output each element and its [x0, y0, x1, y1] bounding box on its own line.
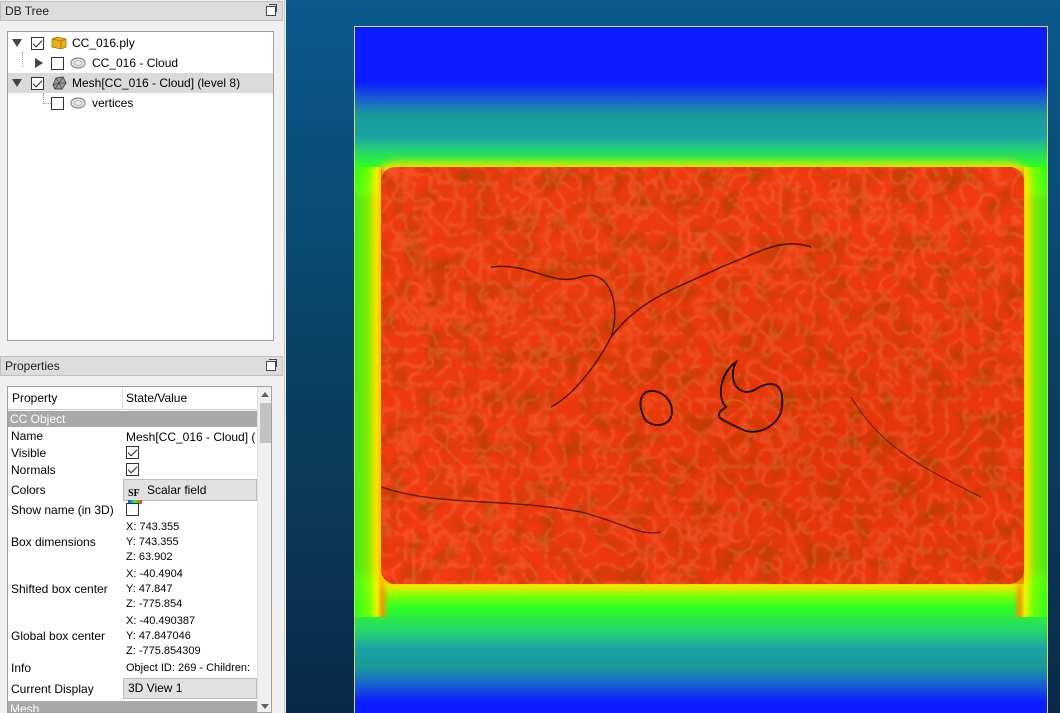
tree-item-vertices[interactable]: vertices — [8, 93, 273, 113]
prop-row-name[interactable]: Name Mesh[CC_016 - Cloud] (le — [8, 428, 257, 445]
left-dock: DB Tree CC_016.ply CC_016 - Cloud Mesh[C… — [0, 0, 285, 713]
prop-row-global-box-center: Global box center X: -40.490387 Y: 47.84… — [8, 613, 257, 660]
tree-item-cc016-ply[interactable]: CC_016.ply — [8, 33, 273, 53]
visible-checkbox[interactable] — [126, 446, 139, 459]
tree-item-label: CC_016 - Cloud — [92, 56, 179, 70]
tree-item-label: CC_016.ply — [72, 36, 135, 50]
expand-arrow-icon[interactable] — [35, 58, 43, 68]
float-dock-icon[interactable] — [266, 4, 277, 16]
prop-key: Visible — [11, 446, 47, 460]
properties-scrollbar[interactable] — [257, 387, 271, 712]
prop-key: Global box center — [11, 629, 106, 643]
prop-value: Object ID: 269 - Children: — [126, 662, 251, 674]
prop-key: Normals — [11, 463, 56, 477]
properties-header: Property State/Value — [8, 387, 257, 410]
tree-item-label: vertices — [92, 96, 134, 110]
colors-value: Scalar field — [147, 483, 207, 497]
value-y: Y: 47.847 — [126, 583, 173, 595]
scroll-up-icon[interactable] — [261, 392, 269, 397]
visibility-checkbox[interactable] — [51, 57, 64, 70]
visibility-checkbox[interactable] — [31, 37, 44, 50]
float-dock-icon[interactable] — [266, 359, 277, 371]
mesh-bounding-box[interactable] — [354, 26, 1048, 713]
prop-key: Info — [11, 661, 32, 675]
show-name-checkbox[interactable] — [126, 503, 139, 516]
section-cc-object: CC Object — [8, 411, 257, 427]
prop-value: X: -40.490387 Y: 47.847046 Z: -775.85430… — [126, 614, 256, 659]
value-x: X: -40.490387 — [126, 615, 196, 627]
prop-key: Current Display — [11, 682, 94, 696]
folder-icon — [51, 36, 67, 50]
prop-row-current-display[interactable]: Current Display 3D View 1 — [8, 677, 257, 700]
visibility-checkbox[interactable] — [51, 97, 64, 110]
scroll-down-icon[interactable] — [261, 704, 269, 709]
value-z: Z: -775.854 — [126, 598, 183, 610]
cloud-icon — [70, 97, 86, 109]
3d-view[interactable] — [286, 0, 1060, 713]
prop-value[interactable]: Mesh[CC_016 - Cloud] (le — [126, 430, 256, 444]
tree-item-label: Mesh[CC_016 - Cloud] (level 8) — [72, 76, 241, 90]
prop-value: X: 743.355 Y: 743.355 Z: 63.902 — [126, 520, 256, 565]
prop-key: Box dimensions — [11, 535, 96, 549]
value-x: X: 743.355 — [126, 521, 180, 533]
prop-row-normals[interactable]: Normals — [8, 462, 257, 479]
value-y: Y: 743.355 — [126, 536, 179, 548]
collapse-arrow-icon[interactable] — [12, 79, 22, 87]
value-z: Z: -775.854309 — [126, 645, 201, 657]
properties-title-bar[interactable]: Properties — [0, 356, 283, 376]
value-y: Y: 47.847046 — [126, 630, 191, 642]
column-divider[interactable] — [122, 387, 123, 410]
prop-value: X: -40.4904 Y: 47.847 Z: -775.854 — [126, 567, 256, 612]
value-x: X: -40.4904 — [126, 568, 183, 580]
scrollbar-thumb[interactable] — [260, 403, 271, 443]
collapse-arrow-icon[interactable] — [12, 39, 22, 47]
prop-key: Name — [11, 429, 44, 443]
header-property[interactable]: Property — [12, 391, 57, 405]
prop-key: Shifted box center — [11, 582, 108, 596]
value-z: Z: 63.902 — [126, 551, 173, 563]
prop-key: Show name (in 3D) — [11, 503, 114, 517]
properties-title: Properties — [5, 359, 60, 373]
visibility-checkbox[interactable] — [31, 77, 44, 90]
prop-row-show-name[interactable]: Show name (in 3D) — [8, 501, 257, 519]
current-display-dropdown[interactable]: 3D View 1 — [123, 678, 257, 699]
header-value[interactable]: State/Value — [126, 391, 187, 405]
section-mesh: Mesh — [8, 701, 257, 712]
prop-row-colors[interactable]: Colors SF Scalar field — [8, 479, 257, 504]
colors-dropdown[interactable]: SF Scalar field — [123, 479, 257, 504]
prop-row-box-dimensions: Box dimensions X: 743.355 Y: 743.355 Z: … — [8, 519, 257, 566]
cloud-icon — [70, 57, 86, 69]
prop-row-info: Info Object ID: 269 - Children: — [8, 660, 257, 677]
db-tree-panel[interactable]: CC_016.ply CC_016 - Cloud Mesh[CC_016 - … — [7, 31, 274, 341]
db-tree-title-bar[interactable]: DB Tree — [0, 1, 283, 21]
tree-item-mesh[interactable]: Mesh[CC_016 - Cloud] (level 8) — [8, 73, 273, 93]
normals-checkbox[interactable] — [126, 463, 139, 476]
db-tree-title: DB Tree — [5, 4, 50, 18]
properties-table[interactable]: Property State/Value CC Object Name Mesh… — [7, 386, 272, 713]
tree-item-cloud[interactable]: CC_016 - Cloud — [8, 53, 273, 73]
prop-row-shifted-box-center: Shifted box center X: -40.4904 Y: 47.847… — [8, 566, 257, 613]
prop-key: Colors — [11, 483, 46, 497]
mesh-surface[interactable] — [381, 167, 1024, 584]
mesh-icon — [52, 76, 67, 90]
prop-row-visible[interactable]: Visible — [8, 445, 257, 462]
surface-texture — [381, 167, 1024, 584]
